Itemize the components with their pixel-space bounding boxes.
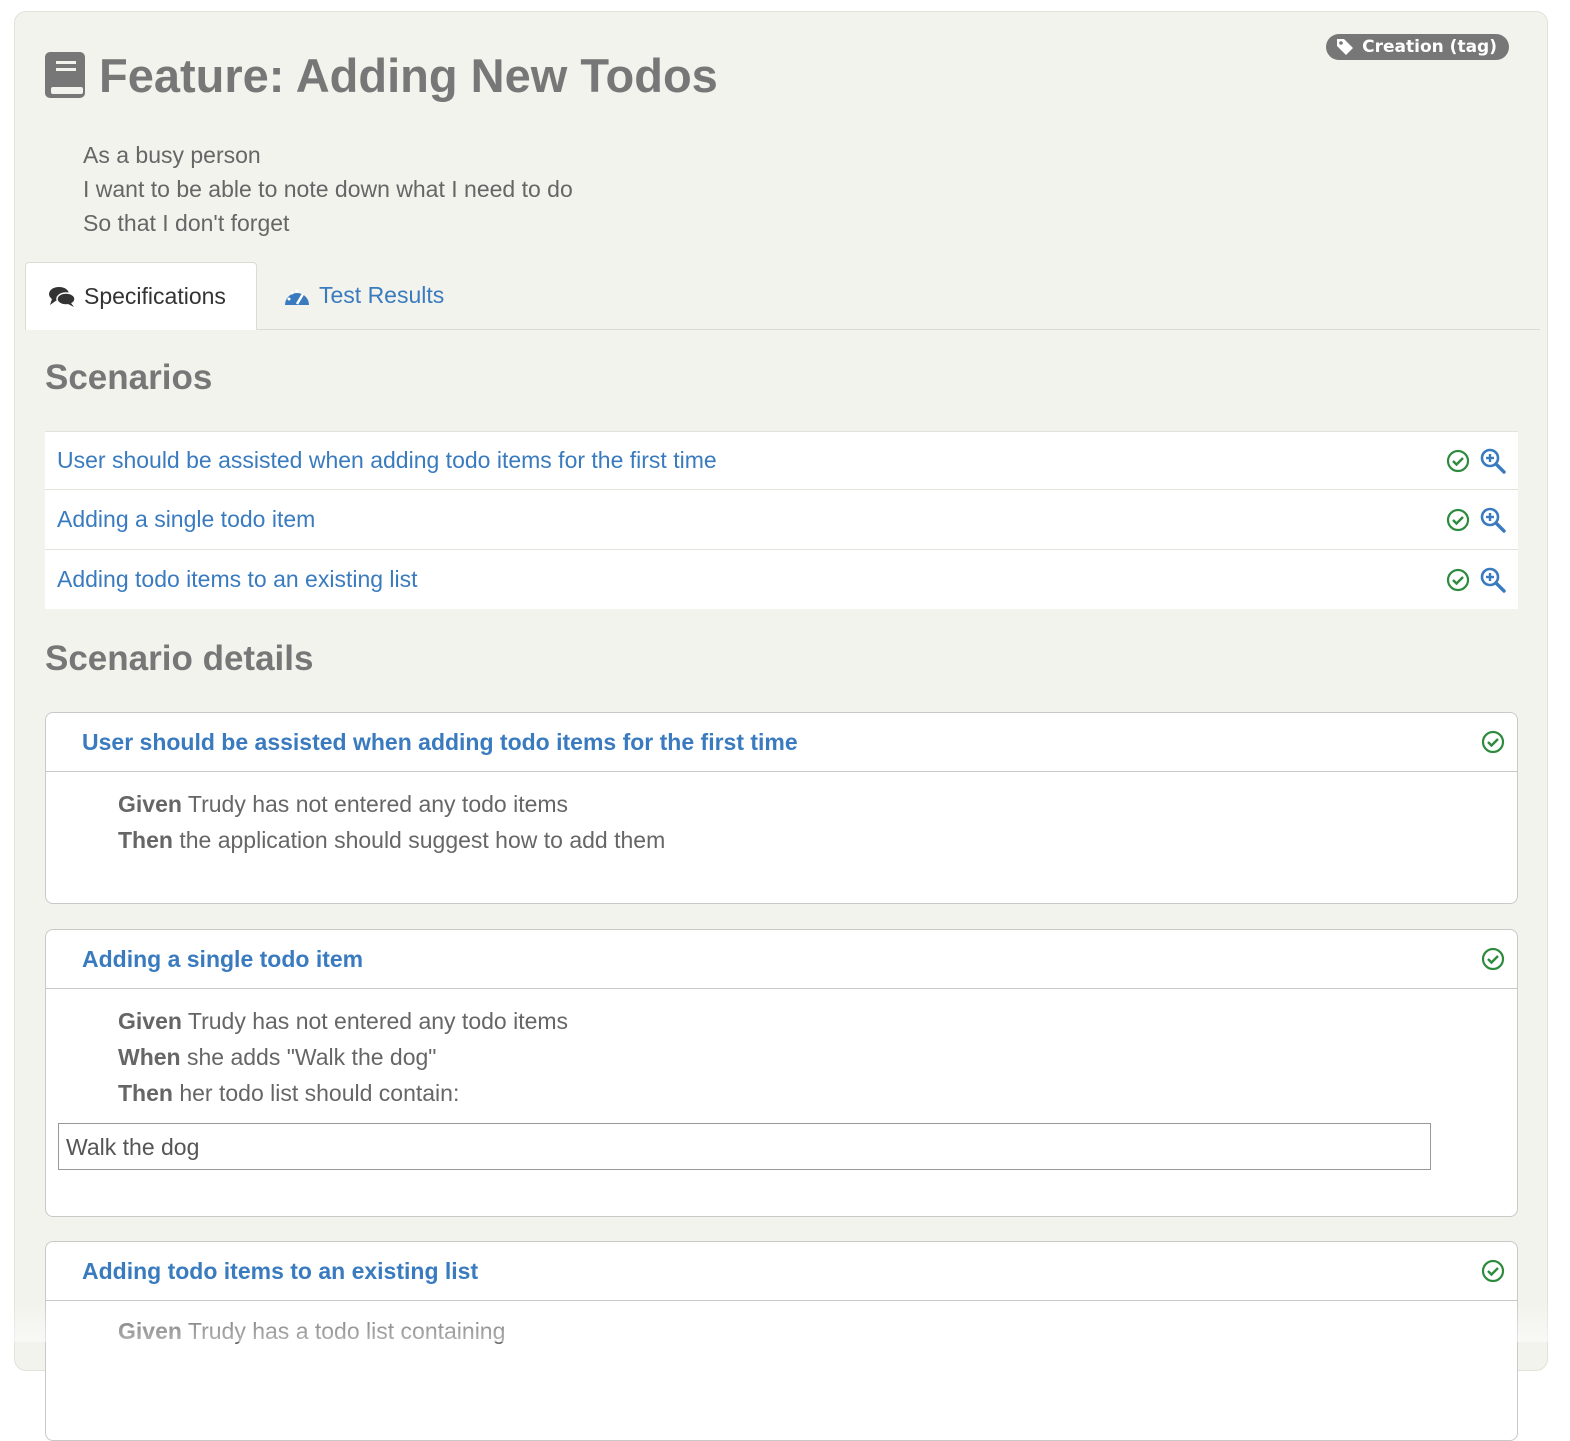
narrative-line: So that I don't forget (83, 206, 573, 240)
check-circle-icon (1481, 1259, 1505, 1283)
page-title: Feature: Adding New Todos (99, 48, 718, 103)
scenario-card: Adding todo items to an existing list Gi… (45, 1241, 1518, 1441)
step-text: the application should suggest how to ad… (173, 827, 665, 853)
step: Given Trudy has not entered any todo ite… (118, 1003, 1517, 1039)
list-item: Adding todo items to an existing list (45, 549, 1518, 609)
card-steps: Given Trudy has not entered any todo ite… (46, 989, 1517, 1170)
card-header: User should be assisted when adding todo… (46, 713, 1517, 772)
book-icon (45, 52, 85, 98)
step-keyword: Given (118, 1318, 182, 1344)
step: Then the application should suggest how … (118, 822, 1517, 858)
step-text: Trudy has not entered any todo items (182, 791, 568, 817)
tab-label: Specifications (84, 283, 226, 310)
feature-panel: Creation (tag) Feature: Adding New Todos… (14, 11, 1548, 1371)
scenarios-heading: Scenarios (45, 358, 212, 398)
card-header: Adding todo items to an existing list (46, 1242, 1517, 1301)
check-circle-icon (1481, 947, 1505, 971)
step: When she adds "Walk the dog" (118, 1039, 1517, 1075)
list-item: Adding a single todo item (45, 489, 1518, 549)
check-circle-icon (1481, 730, 1505, 754)
card-title: User should be assisted when adding todo… (82, 729, 798, 756)
step-text: she adds "Walk the dog" (181, 1044, 437, 1070)
tab-bar: Specifications Test Results (25, 262, 1540, 330)
card-title: Adding a single todo item (82, 946, 363, 973)
card-header: Adding a single todo item (46, 930, 1517, 989)
step-text: her todo list should contain: (173, 1080, 459, 1106)
narrative-line: I want to be able to note down what I ne… (83, 172, 573, 206)
comments-icon (48, 286, 76, 308)
narrative-line: As a busy person (83, 138, 573, 172)
step: Given Trudy has not entered any todo ite… (118, 786, 1517, 822)
step-keyword: Given (118, 1008, 182, 1034)
check-circle-icon (1446, 449, 1470, 473)
card-title: Adding todo items to an existing list (82, 1258, 478, 1285)
data-table-cell: Walk the dog (58, 1123, 1431, 1170)
tab-label: Test Results (319, 282, 444, 309)
check-circle-icon (1446, 508, 1470, 532)
zoom-in-icon[interactable] (1480, 448, 1506, 474)
step-keyword: Given (118, 791, 182, 817)
tag-badge[interactable]: Creation (tag) (1326, 34, 1509, 60)
step-keyword: Then (118, 827, 173, 853)
page-header: Feature: Adding New Todos (45, 50, 718, 100)
scenario-details-heading: Scenario details (45, 639, 313, 679)
tag-label: Creation (tag) (1362, 37, 1497, 57)
card-steps: Given Trudy has not entered any todo ite… (46, 772, 1517, 858)
list-item: User should be assisted when adding todo… (45, 431, 1518, 489)
scenario-link[interactable]: Adding a single todo item (57, 506, 315, 533)
scenario-link[interactable]: User should be assisted when adding todo… (57, 447, 717, 474)
zoom-in-icon[interactable] (1480, 507, 1506, 533)
step-keyword: When (118, 1044, 181, 1070)
check-circle-icon (1446, 568, 1470, 592)
feature-narrative: As a busy person I want to be able to no… (83, 138, 573, 240)
dashboard-icon (283, 285, 311, 307)
tab-specifications[interactable]: Specifications (25, 262, 257, 330)
step-text: Trudy has a todo list containing (182, 1318, 505, 1344)
zoom-in-icon[interactable] (1480, 567, 1506, 593)
step: Then her todo list should contain: (118, 1075, 1517, 1111)
tab-test-results[interactable]: Test Results (283, 262, 444, 329)
step-keyword: Then (118, 1080, 173, 1106)
step-text: Trudy has not entered any todo items (182, 1008, 568, 1034)
scenario-link[interactable]: Adding todo items to an existing list (57, 566, 418, 593)
scenario-card: User should be assisted when adding todo… (45, 712, 1518, 904)
tag-icon (1336, 38, 1354, 56)
step: Given Trudy has a todo list containing (118, 1313, 1517, 1349)
scenario-list: User should be assisted when adding todo… (45, 431, 1518, 609)
scenario-card: Adding a single todo item Given Trudy ha… (45, 929, 1518, 1217)
